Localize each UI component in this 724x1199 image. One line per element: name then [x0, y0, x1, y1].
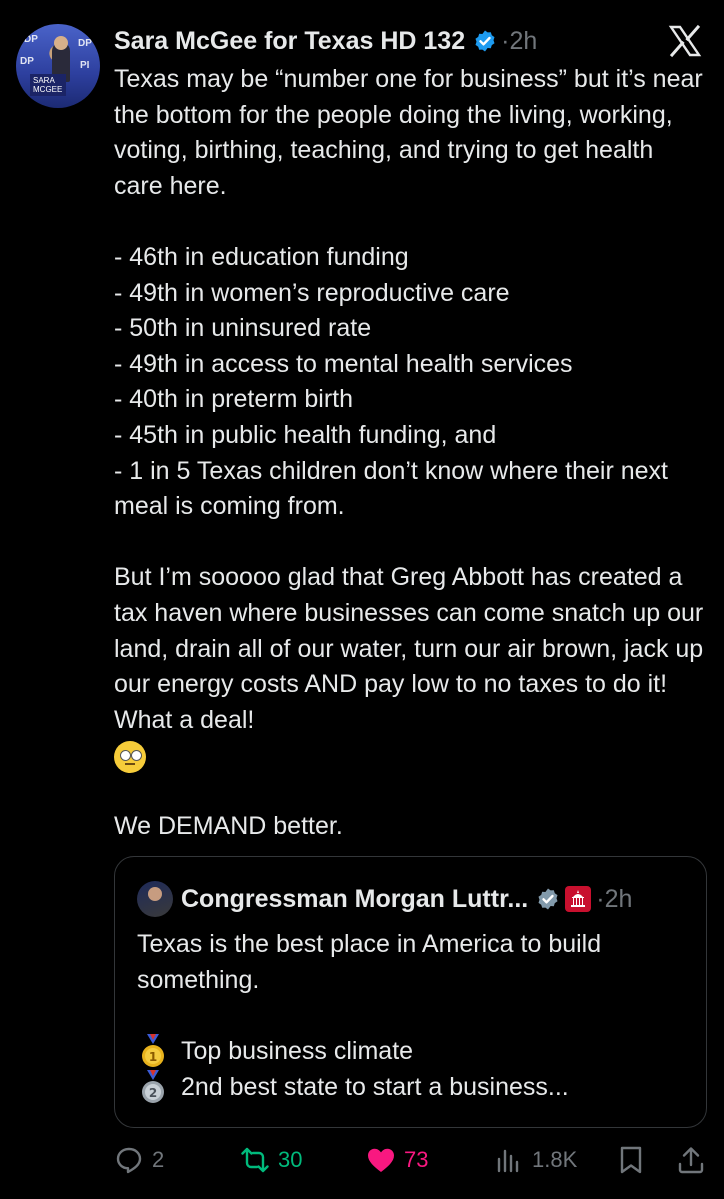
quoted-header: Congressman Morgan Luttr... · 2h	[137, 881, 632, 917]
rolling-eyes-emoji-icon	[114, 740, 146, 773]
tweet-text: Texas may be “number one for business” b…	[114, 62, 704, 845]
ranking-item: - 45th in public health funding, and	[114, 420, 497, 449]
repost-icon	[241, 1147, 269, 1173]
verified-badge-icon	[475, 30, 495, 52]
views-button[interactable]: 1.8K	[494, 1140, 577, 1180]
verified-badge-icon	[538, 888, 558, 910]
quoted-list-text: 2nd best state to start a business...	[181, 1072, 569, 1101]
reply-icon	[116, 1147, 142, 1174]
action-bar: 2 30 73 1.8K	[114, 1140, 710, 1180]
repost-count: 30	[278, 1147, 303, 1172]
quoted-paragraph: Texas is the best place in America to bu…	[137, 930, 602, 994]
quoted-list-text: Top business climate	[181, 1036, 414, 1065]
ranking-item: - 49th in women’s reproductive care	[114, 278, 510, 307]
tweet-paragraph-abbott: But I’m sooooo glad that Greg Abbott has…	[114, 563, 704, 734]
reply-count: 2	[152, 1147, 165, 1172]
ranking-item: - 46th in education funding	[114, 242, 409, 271]
tweet-time[interactable]: 2h	[509, 27, 537, 56]
quoted-list-item: 2 2nd best state to start a business...	[137, 1069, 692, 1106]
share-icon	[678, 1147, 704, 1174]
avatar-face	[54, 36, 68, 50]
ranking-item: - 50th in uninsured rate	[114, 314, 372, 343]
quoted-avatar[interactable]	[137, 881, 173, 917]
silver-medal-icon: 2	[142, 1069, 164, 1103]
views-count: 1.8K	[532, 1147, 578, 1172]
tweet-paragraph-demand: We DEMAND better.	[114, 812, 343, 841]
reply-button[interactable]: 2	[114, 1140, 164, 1180]
avatar-banner: SARA MCGEE	[30, 74, 66, 96]
medal-number: 1	[149, 1050, 157, 1064]
tweet-header: Sara McGee for Texas HD 132 · 2h	[114, 24, 537, 58]
capitol-affiliation-icon	[565, 886, 592, 912]
repost-button[interactable]: 30	[240, 1140, 302, 1180]
header-separator: ·	[501, 26, 510, 55]
like-button[interactable]: 73	[366, 1140, 428, 1180]
bookmark-icon	[620, 1146, 642, 1174]
ranking-item: - 49th in access to mental health servic…	[114, 349, 573, 378]
author-avatar[interactable]: DP DP DP PI SARA MCGEE	[16, 24, 100, 108]
quoted-author-name[interactable]: Congressman Morgan Luttr...	[181, 885, 528, 914]
quoted-time: 2h	[604, 884, 633, 913]
gold-medal-icon: 1	[142, 1033, 164, 1067]
header-separator: ·	[596, 884, 605, 913]
share-button[interactable]	[676, 1140, 714, 1180]
tweet-paragraph-intro: Texas may be “number one for business” b…	[114, 65, 703, 200]
like-count: 73	[404, 1147, 429, 1172]
views-icon	[497, 1149, 519, 1173]
author-name[interactable]: Sara McGee for Texas HD 132	[114, 27, 465, 56]
ranking-item: - 1 in 5 Texas children don’t know where…	[114, 456, 669, 521]
quoted-list-item: 1 Top business climate	[137, 1033, 692, 1070]
like-icon	[368, 1148, 394, 1172]
bookmark-button[interactable]	[616, 1140, 654, 1180]
quoted-text: Texas is the best place in America to bu…	[137, 927, 692, 1106]
quoted-tweet[interactable]: Congressman Morgan Luttr... · 2h Texas i…	[114, 856, 707, 1128]
ranking-item: - 40th in preterm birth	[114, 385, 353, 414]
x-logo-icon[interactable]	[668, 24, 702, 58]
medal-number: 2	[149, 1086, 157, 1100]
